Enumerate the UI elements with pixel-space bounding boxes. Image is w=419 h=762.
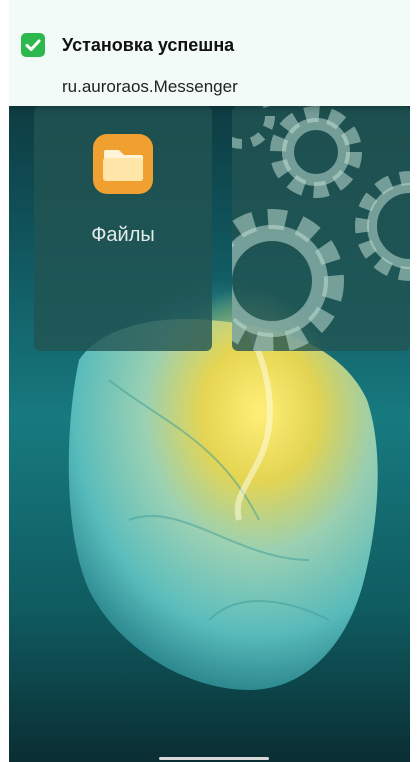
gear-icon bbox=[232, 106, 410, 351]
app-tile-files[interactable]: Файлы bbox=[34, 106, 212, 351]
notification-banner[interactable]: Установка успешна ru.auroraos.Messenger bbox=[9, 0, 410, 106]
notification-title: Установка успешна bbox=[62, 35, 235, 55]
check-icon bbox=[21, 33, 45, 57]
app-tile-settings[interactable] bbox=[232, 106, 410, 351]
app-tile-label: Файлы bbox=[91, 224, 155, 246]
notification-subtitle: ru.auroraos.Messenger bbox=[62, 77, 238, 96]
folder-icon bbox=[93, 134, 153, 194]
home-indicator[interactable] bbox=[159, 757, 269, 760]
home-screen: Файлы Установка успешна ru.auroraos.Mess… bbox=[9, 0, 410, 762]
